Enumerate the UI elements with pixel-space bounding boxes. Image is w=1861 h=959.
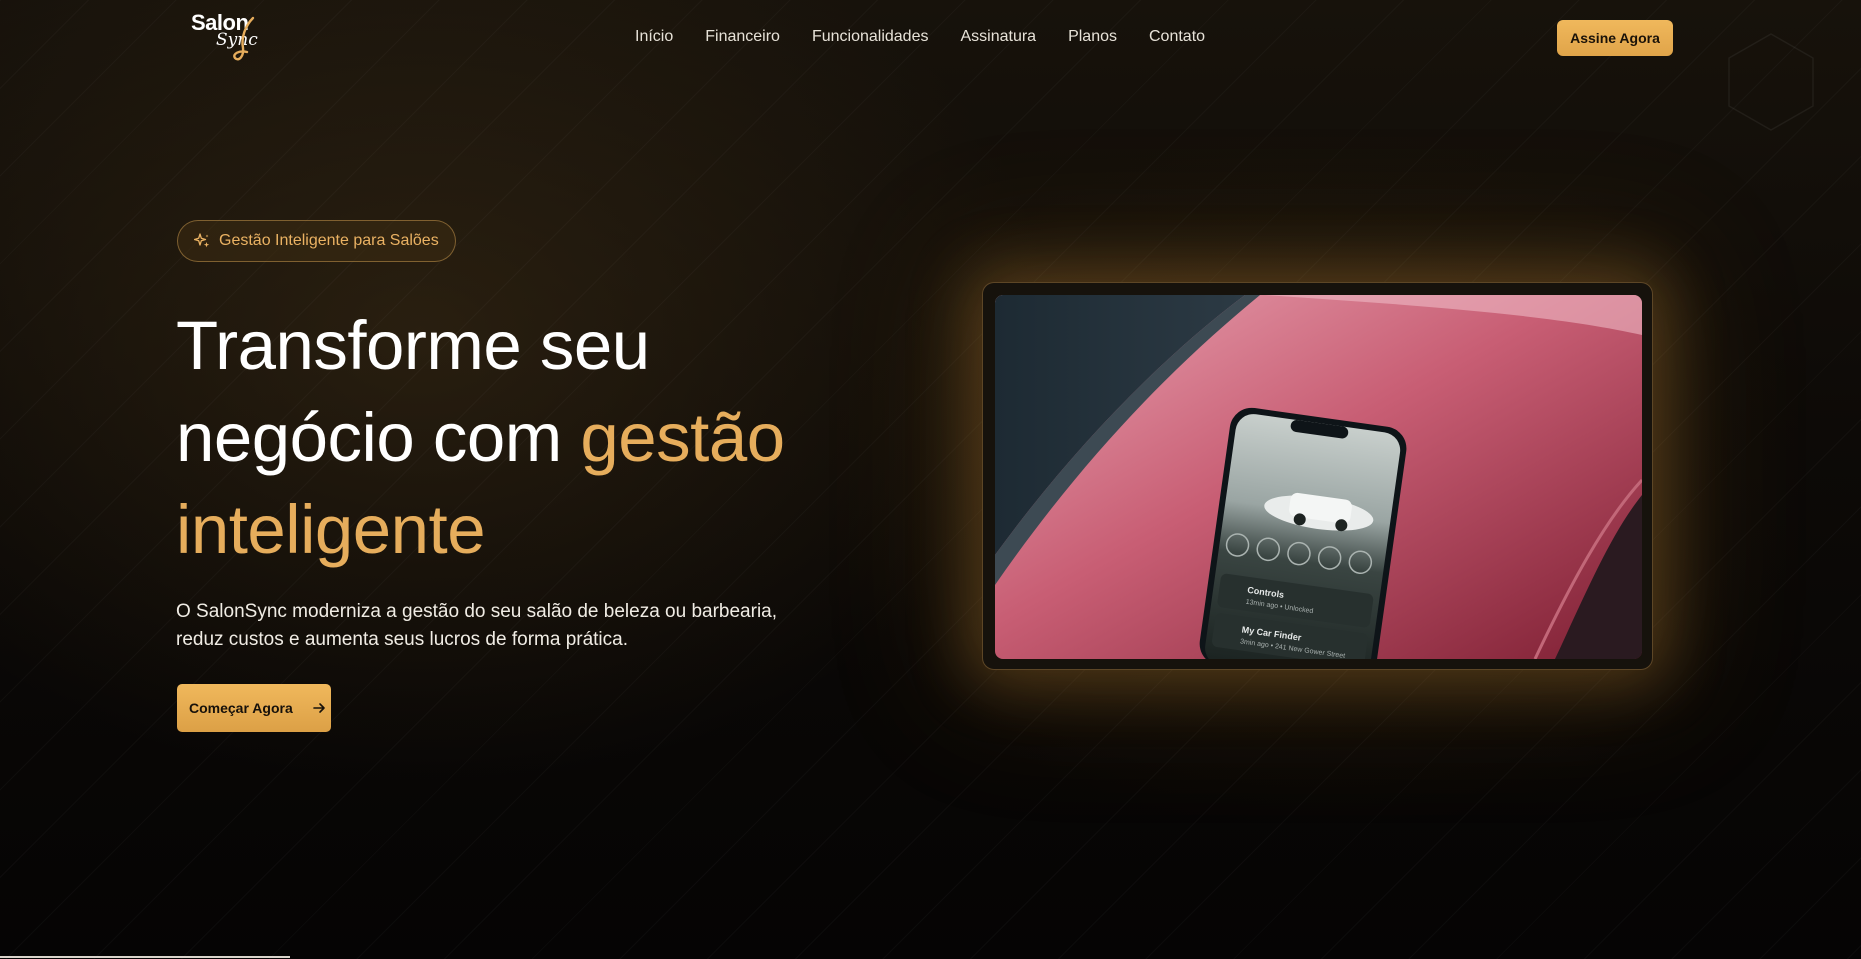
hero-description: O SalonSync moderniza a gestão do seu sa…	[176, 601, 778, 650]
nav-link-financeiro[interactable]: Financeiro	[705, 28, 780, 46]
hero-photo: Controls 13min ago • Unlocked My Car Fin…	[995, 295, 1642, 659]
hexagon-icon	[1728, 33, 1814, 131]
landing-page: Salon Sync Início Financeiro Funcionalid…	[0, 0, 1861, 959]
sparkles-icon	[194, 233, 210, 248]
brand-logo[interactable]: Salon Sync	[191, 10, 271, 64]
hero-image-frame: Controls 13min ago • Unlocked My Car Fin…	[982, 282, 1653, 670]
hero-badge: Gestão Inteligente para Salões	[177, 220, 456, 262]
nav-link-assinatura[interactable]: Assinatura	[960, 28, 1036, 46]
subscribe-now-button[interactable]: Assine Agora	[1557, 20, 1673, 56]
phone-on-car-seat-image: Controls 13min ago • Unlocked My Car Fin…	[995, 295, 1642, 659]
start-now-label: Começar Agora	[189, 700, 293, 716]
hero-headline: Transforme seu negócio com gestão inteli…	[176, 300, 876, 576]
start-now-button[interactable]: Começar Agora	[177, 684, 331, 732]
nav-link-funcionalidades[interactable]: Funcionalidades	[812, 28, 929, 46]
arrow-right-icon	[312, 703, 325, 713]
hero-badge-text: Gestão Inteligente para Salões	[219, 232, 439, 249]
nav-link-inicio[interactable]: Início	[635, 28, 673, 46]
headline-line1: Transforme seu	[176, 307, 650, 384]
bottom-divider	[0, 956, 290, 958]
nav-link-contato[interactable]: Contato	[1149, 28, 1205, 46]
logo-swash-icon	[233, 16, 255, 61]
nav-link-planos[interactable]: Planos	[1068, 28, 1117, 46]
main-nav: Início Financeiro Funcionalidades Assina…	[635, 28, 1237, 46]
headline-accent-2: inteligente	[176, 491, 486, 568]
site-header: Salon Sync Início Financeiro Funcionalid…	[0, 0, 1861, 131]
headline-accent-1: gestão	[580, 399, 785, 476]
headline-line2: negócio com	[176, 399, 562, 476]
